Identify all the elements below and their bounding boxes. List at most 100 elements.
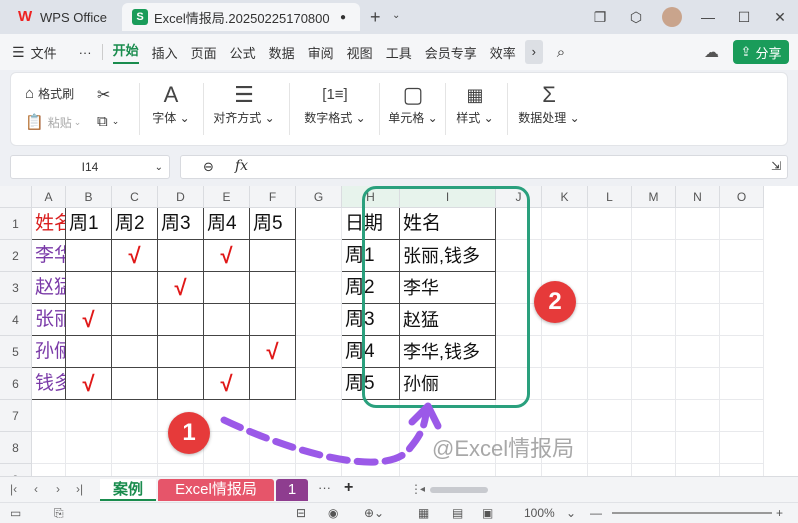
window-controls: ❐ ⬡ — ☐ ✕ bbox=[582, 0, 798, 34]
search-icon[interactable]: ⌕ bbox=[557, 44, 565, 61]
clipboard-icon: 📋 bbox=[25, 114, 44, 131]
paste-label: 粘贴 bbox=[47, 115, 72, 130]
zoom-slider[interactable] bbox=[612, 512, 772, 514]
wps-office-tab-label: WPS Office bbox=[40, 9, 107, 25]
scroll-left-icon[interactable]: ◂ bbox=[420, 484, 425, 495]
formula-bar: I14 ⌄ ⊖ fx ⇲ bbox=[0, 150, 798, 184]
more-sheets-button[interactable]: ··· bbox=[318, 480, 331, 495]
close-button[interactable]: ✕ bbox=[762, 9, 798, 26]
sheet-tab-excel-bureau[interactable]: Excel情报局 bbox=[158, 479, 274, 501]
chevron-down-icon: ⌄ bbox=[154, 161, 163, 173]
document-tab-label: Excel情报局.20250225170800 bbox=[154, 10, 330, 26]
data-processing-group-label: 数据处理 bbox=[518, 111, 567, 125]
avatar[interactable] bbox=[662, 7, 682, 27]
title-bar: W WPS Office S Excel情报局.20250225170800 ●… bbox=[0, 0, 798, 34]
alignment-group[interactable]: ☰ 对齐方式 ⌄ bbox=[203, 81, 285, 126]
wps-logo-icon: W bbox=[18, 8, 33, 25]
eye-icon[interactable]: ◉ bbox=[328, 506, 338, 520]
cells-group-label: 单元格 bbox=[388, 111, 425, 125]
navigation-icon[interactable]: ⊕⌄ bbox=[364, 506, 384, 520]
spreadsheet-icon: S bbox=[132, 9, 148, 25]
styles-group[interactable]: ▦ 样式 ⌄ bbox=[435, 81, 515, 126]
menu-icon[interactable]: ☰ bbox=[12, 44, 25, 61]
minimize-button[interactable]: — bbox=[690, 9, 726, 25]
align-icon: ☰ bbox=[234, 82, 254, 107]
number-format-group[interactable]: [1≡] 数字格式 ⌄ bbox=[291, 81, 379, 126]
style-brush-icon: ▦ bbox=[466, 85, 484, 105]
page-break-view-icon[interactable]: ▣ bbox=[482, 506, 493, 520]
paste-button[interactable]: 📋 粘贴 ⌄ bbox=[25, 113, 81, 131]
zoom-out-button[interactable]: — bbox=[590, 506, 602, 520]
menu-home[interactable]: 开始 bbox=[112, 40, 139, 64]
cube-icon[interactable]: ⬡ bbox=[618, 9, 654, 26]
share-button[interactable]: ⇪ 分享 bbox=[733, 40, 789, 64]
menu-review[interactable]: 审阅 bbox=[308, 43, 334, 62]
prev-sheet-button[interactable]: ‹ bbox=[34, 482, 38, 496]
horizontal-scrollbar[interactable] bbox=[430, 487, 488, 493]
first-sheet-button[interactable]: |‹ bbox=[10, 482, 17, 496]
menu-data[interactable]: 数据 bbox=[269, 43, 295, 62]
menu-tools[interactable]: 工具 bbox=[386, 43, 412, 62]
page-layout-view-icon[interactable]: ▤ bbox=[452, 506, 463, 520]
styles-group-label: 样式 bbox=[456, 111, 481, 125]
sheet-tab-case[interactable]: 案例 bbox=[100, 479, 156, 501]
format-painter-icon: ⌂ bbox=[25, 85, 35, 102]
status-bar: ▭ ⎘ ⊟ ◉ ⊕⌄ ▦ ▤ ▣ 100% ⌄ — + bbox=[0, 502, 798, 523]
chevron-down-icon: ⌄ bbox=[111, 116, 120, 126]
menu-page[interactable]: 页面 bbox=[191, 43, 217, 62]
layout-icon[interactable]: ⊟ bbox=[296, 506, 306, 520]
wps-office-tab[interactable]: W WPS Office bbox=[8, 4, 116, 30]
file-menu[interactable]: 文件 bbox=[31, 43, 57, 62]
sheet-status-icon[interactable]: ▭ bbox=[10, 506, 21, 520]
copy-icon: ⧉ bbox=[97, 113, 108, 130]
menu-formula[interactable]: 公式 bbox=[230, 43, 256, 62]
zoom-chevron-icon[interactable]: ⌄ bbox=[566, 506, 576, 520]
share-icon: ⇪ bbox=[740, 44, 752, 59]
name-box[interactable]: I14 ⌄ bbox=[10, 155, 170, 179]
zoom-level[interactable]: 100% bbox=[524, 506, 555, 520]
expand-formula-icon[interactable]: ⇲ bbox=[771, 159, 781, 173]
font-group-label: 字体 bbox=[152, 111, 177, 125]
arrow-path bbox=[220, 410, 430, 466]
more-menu[interactable]: ··· bbox=[79, 45, 92, 60]
menu-insert[interactable]: 插入 bbox=[152, 43, 178, 62]
sigma-icon: Σ bbox=[542, 82, 556, 107]
ribbon-toolbar: ⌂ 格式刷 ✂ 📋 粘贴 ⌄ ⧉ ⌄ A 字体 ⌄ ☰ 对齐方式 ⌄ [1≡] … bbox=[10, 72, 788, 146]
scissors-icon[interactable]: ✂ bbox=[97, 85, 110, 105]
format-painter-label: 格式刷 bbox=[38, 87, 75, 101]
cloud-sync-icon[interactable]: ☁ bbox=[704, 43, 719, 61]
alignment-group-label: 对齐方式 bbox=[213, 111, 262, 125]
font-icon: A bbox=[163, 82, 179, 107]
spreadsheet-grid[interactable]: ABCDEFGHIJKLMNO123456789姓名周1周2周3周4周5李华√√… bbox=[0, 186, 798, 476]
last-sheet-button[interactable]: ›| bbox=[76, 482, 83, 496]
zoom-in-button[interactable]: + bbox=[776, 506, 783, 520]
formula-input[interactable]: ⊖ fx ⇲ bbox=[180, 155, 788, 179]
chevron-down-icon[interactable]: ⌄ bbox=[392, 10, 400, 21]
maximize-button[interactable]: ☐ bbox=[726, 9, 762, 26]
number-format-icon: [1≡] bbox=[322, 86, 348, 103]
name-box-value: I14 bbox=[81, 160, 99, 174]
menu-member[interactable]: 会员专享 bbox=[425, 43, 477, 62]
menu-view[interactable]: 视图 bbox=[347, 43, 373, 62]
data-processing-group[interactable]: Σ 数据处理 ⌄ bbox=[505, 81, 593, 126]
normal-view-icon[interactable]: ▦ bbox=[418, 506, 429, 520]
chevron-down-icon: ⌄ bbox=[73, 116, 82, 127]
new-tab-button[interactable]: + bbox=[370, 7, 381, 28]
format-painter-button[interactable]: ⌂ 格式刷 bbox=[25, 85, 74, 102]
sheet-tab-1[interactable]: 1 bbox=[276, 479, 308, 501]
font-group[interactable]: A 字体 ⌄ bbox=[131, 81, 211, 126]
unsaved-dot-icon: ● bbox=[340, 11, 347, 23]
document-status-icon[interactable]: ⎘ bbox=[54, 506, 64, 521]
fx-icon[interactable]: fx bbox=[235, 158, 248, 174]
zoom-search-icon[interactable]: ⊖ bbox=[203, 159, 214, 175]
menu-efficiency[interactable]: 效率 bbox=[490, 43, 516, 62]
share-label: 分享 bbox=[755, 45, 782, 61]
add-sheet-button[interactable]: + bbox=[344, 479, 353, 497]
number-format-group-label: 数字格式 bbox=[304, 111, 353, 125]
menu-bar: ☰ 文件 ··· 开始 插入 页面 公式 数据 审阅 视图 工具 会员专享 效率… bbox=[0, 34, 798, 70]
document-tab[interactable]: S Excel情报局.20250225170800 ● bbox=[122, 3, 360, 31]
menu-scroll-right-button[interactable]: › bbox=[524, 40, 543, 64]
copy-button[interactable]: ⧉ ⌄ bbox=[97, 113, 119, 130]
next-sheet-button[interactable]: › bbox=[56, 482, 60, 496]
restore-layout-icon[interactable]: ❐ bbox=[582, 9, 618, 26]
